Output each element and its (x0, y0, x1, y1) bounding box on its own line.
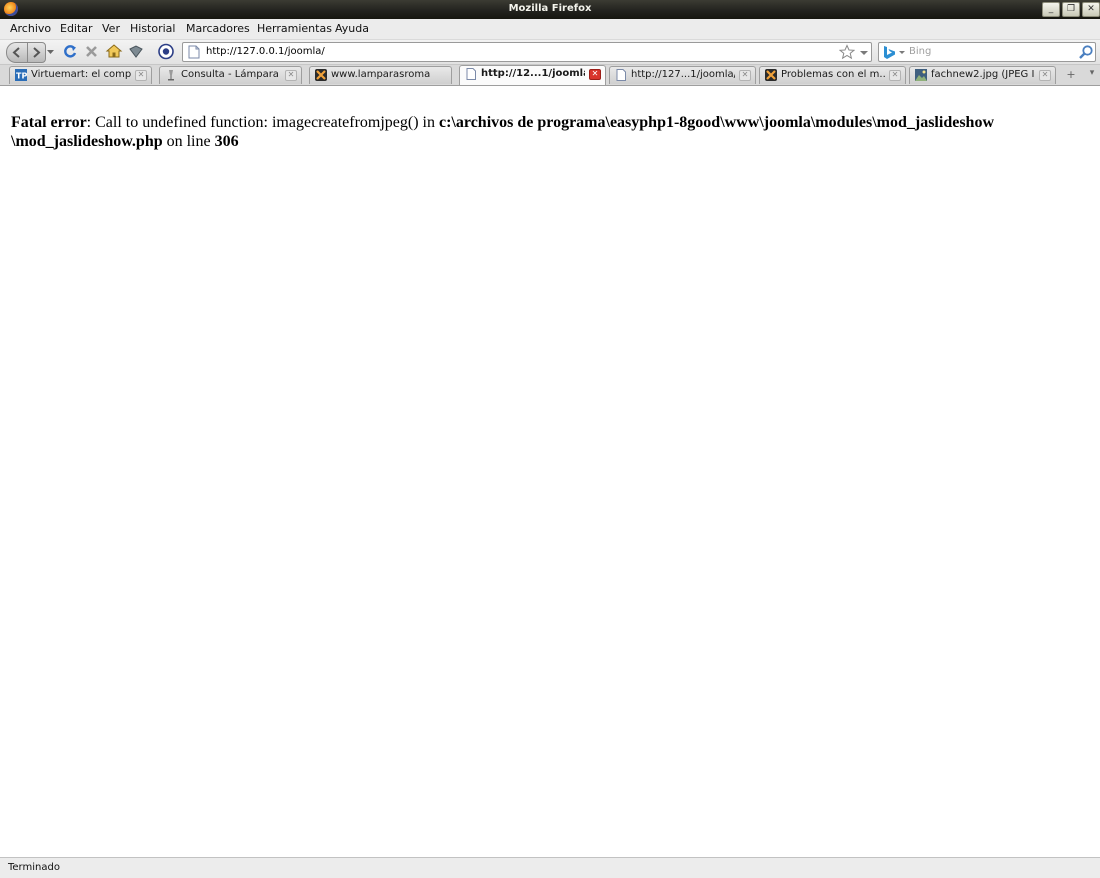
page-icon (616, 69, 626, 81)
tab-label: Problemas con el m... (781, 69, 885, 80)
home-icon[interactable] (105, 42, 123, 61)
title-bar: Mozilla Firefox _ ❐ ✕ (0, 0, 1100, 20)
page-content: Fatal error: Call to undefined function:… (0, 86, 1100, 857)
addon-globe-icon[interactable] (157, 42, 175, 61)
tab-close-icon[interactable]: ✕ (589, 69, 601, 80)
tab-list-dropdown-icon[interactable]: ▾ (1086, 68, 1098, 82)
navigation-toolbar (0, 40, 1100, 65)
search-bar[interactable] (878, 42, 1096, 62)
back-arrow-icon (12, 47, 20, 58)
bing-engine-icon[interactable] (881, 44, 907, 60)
tab-label: Virtuemart: el compl... (31, 69, 131, 80)
url-dropdown-icon[interactable] (859, 44, 869, 60)
forward-button[interactable] (27, 42, 46, 63)
tab-label: http://127...1/joomla/ (631, 69, 735, 80)
window-title: Mozilla Firefox (508, 3, 592, 14)
history-dropdown-icon[interactable] (46, 42, 55, 61)
menu-historial[interactable]: Historial (130, 22, 175, 35)
stop-icon[interactable] (83, 42, 101, 61)
error-label: Fatal error (11, 114, 87, 131)
search-input[interactable] (909, 44, 1069, 59)
tab-close-icon[interactable]: ✕ (739, 70, 751, 81)
tp-icon: TP (15, 69, 27, 81)
menu-bar: Archivo Editar Ver Historial Marcadores … (0, 19, 1100, 40)
new-tab-icon[interactable]: + (1064, 68, 1078, 82)
status-bar: Terminado (0, 857, 1100, 878)
close-icon[interactable]: ✕ (1082, 2, 1100, 17)
extension-icon[interactable] (127, 42, 145, 61)
tab-close-icon[interactable]: ✕ (285, 70, 297, 81)
tab-label: fachnew2.jpg (JPEG I... (931, 69, 1035, 80)
menu-archivo[interactable]: Archivo (10, 22, 51, 35)
tab-joomla-second[interactable]: http://127...1/joomla/ ✕ (609, 66, 756, 84)
menu-marcadores[interactable]: Marcadores (186, 22, 250, 35)
menu-herramientas[interactable]: Herramientas (257, 22, 332, 35)
bookmark-star-icon[interactable] (839, 44, 855, 60)
page-icon (466, 68, 476, 80)
svg-text:TP: TP (16, 72, 27, 81)
tab-virtuemart[interactable]: TP Virtuemart: el compl... ✕ (9, 66, 152, 84)
lamp-icon (168, 70, 174, 81)
menu-ver[interactable]: Ver (102, 22, 120, 35)
tab-close-icon[interactable]: ✕ (1039, 70, 1051, 81)
tab-label: http://12...1/joomla/ (481, 68, 585, 79)
joomla-icon (765, 69, 777, 81)
tab-joomla-active[interactable]: http://12...1/joomla/ ✕ (459, 65, 606, 85)
tab-label: www.lamparasroma... (331, 69, 431, 80)
back-button[interactable] (6, 42, 28, 63)
tab-consulta-lampara[interactable]: Consulta - Lámpara ... ✕ (159, 66, 302, 84)
tab-fachnew2-jpg[interactable]: fachnew2.jpg (JPEG I... ✕ (909, 66, 1056, 84)
menu-editar[interactable]: Editar (60, 22, 93, 35)
tab-close-icon[interactable]: ✕ (135, 70, 147, 81)
tab-lamparasroma[interactable]: www.lamparasroma... (309, 66, 452, 84)
php-fatal-error-message: Fatal error: Call to undefined function:… (11, 113, 1071, 151)
tab-label: Consulta - Lámpara ... (181, 69, 281, 80)
on-line-text: on line (162, 133, 215, 150)
tab-bar: TP Virtuemart: el compl... ✕ Consulta - … (0, 65, 1100, 86)
url-input[interactable] (206, 44, 826, 59)
tab-problemas[interactable]: Problemas con el m... ✕ (759, 66, 906, 84)
tab-close-icon[interactable]: ✕ (889, 70, 901, 81)
image-icon (915, 69, 927, 81)
maximize-icon[interactable]: ❐ (1062, 2, 1080, 17)
status-text: Terminado (8, 862, 60, 873)
forward-arrow-icon (33, 47, 41, 58)
page-icon (188, 45, 200, 59)
search-icon[interactable] (1078, 44, 1094, 60)
reload-icon[interactable] (61, 42, 79, 61)
menu-ayuda[interactable]: Ayuda (335, 22, 369, 35)
error-line-number: 306 (214, 133, 239, 150)
url-bar[interactable] (182, 42, 872, 62)
joomla-icon (315, 69, 327, 81)
error-description: : Call to undefined function: imagecreat… (86, 114, 439, 131)
minimize-icon[interactable]: _ (1042, 2, 1060, 17)
